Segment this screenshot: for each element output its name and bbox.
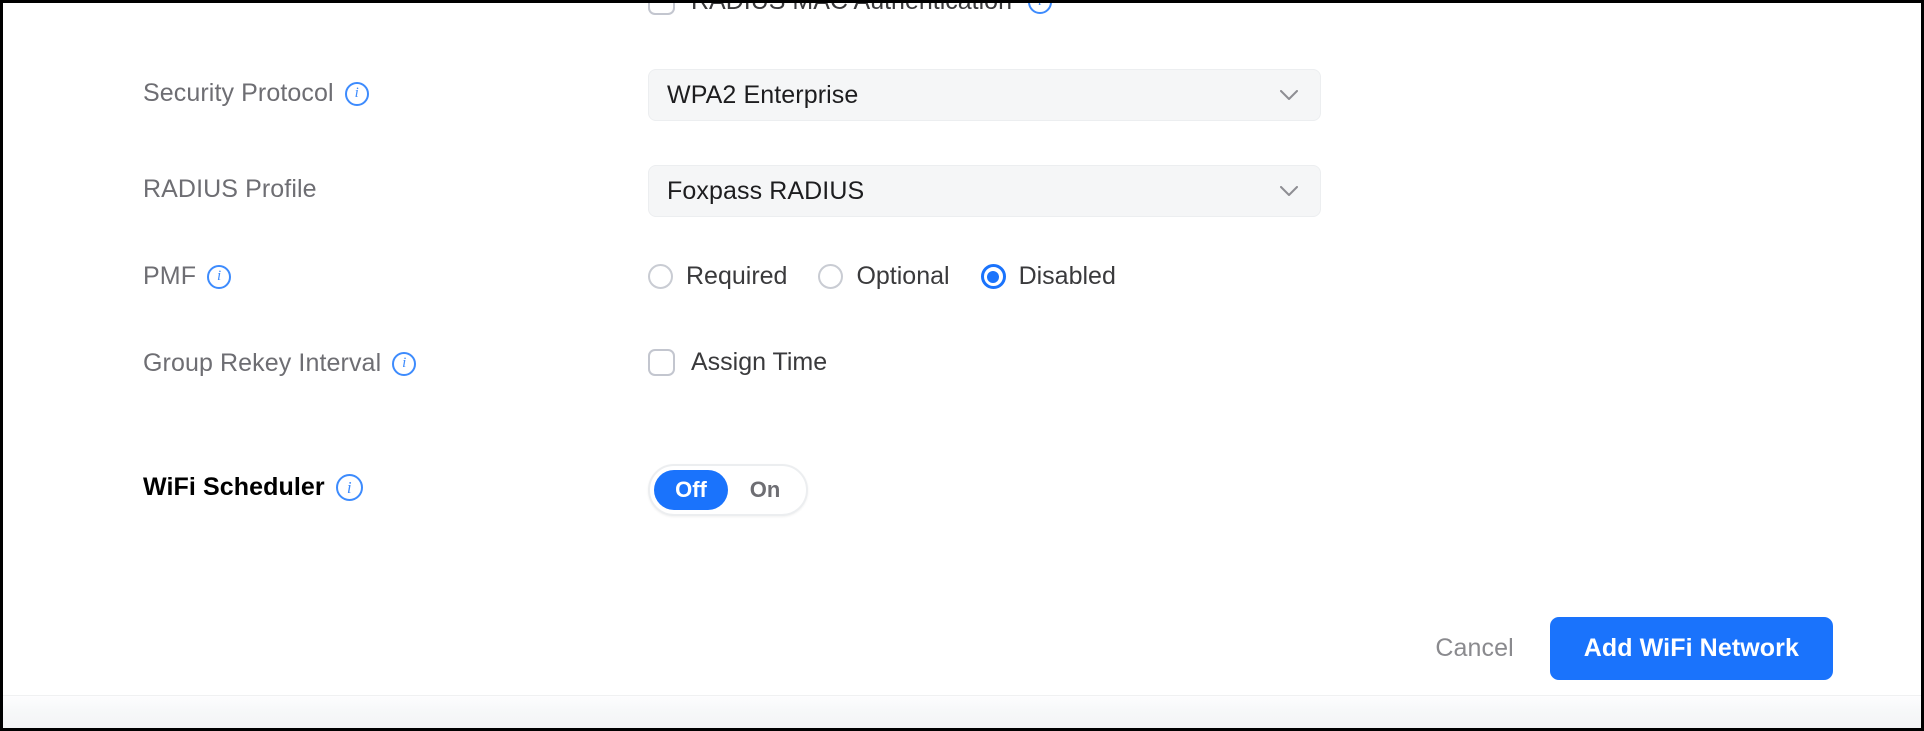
radius-profile-select[interactable]: Foxpass RADIUS	[648, 165, 1321, 217]
radius-profile-field: Foxpass RADIUS	[648, 165, 1321, 217]
pmf-option-optional[interactable]: Optional	[818, 262, 949, 291]
radius-mac-authentication-checkbox[interactable]	[648, 3, 675, 15]
pmf-option-required[interactable]: Required	[648, 262, 787, 291]
radius-profile-value: Foxpass RADIUS	[667, 177, 864, 206]
pmf-option-disabled[interactable]: Disabled	[981, 262, 1116, 291]
security-protocol-value: WPA2 Enterprise	[667, 81, 858, 110]
radius-profile-label-group: RADIUS Profile	[143, 175, 317, 204]
dialog-bottom-strip	[3, 695, 1921, 728]
pmf-field: Required Optional Disabled	[648, 262, 1116, 291]
add-wifi-network-button[interactable]: Add WiFi Network	[1550, 617, 1833, 680]
group-rekey-interval-field: Assign Time	[648, 348, 827, 377]
radio-icon[interactable]	[648, 264, 673, 289]
modal-dialog: RADIUS MAC Authentication i Security Pro…	[0, 0, 1924, 731]
pmf-label-group: PMF i	[143, 262, 231, 291]
info-icon[interactable]: i	[336, 474, 363, 501]
form-row-radius-mac-authentication: RADIUS MAC Authentication i	[648, 3, 1052, 16]
assign-time-label: Assign Time	[691, 348, 827, 377]
security-protocol-label-group: Security Protocol i	[143, 79, 369, 108]
assign-time-checkbox[interactable]	[648, 349, 675, 376]
cancel-button[interactable]: Cancel	[1435, 634, 1549, 663]
pmf-label: PMF	[143, 262, 196, 291]
wifi-scheduler-label-group: WiFi Scheduler i	[143, 473, 363, 502]
security-protocol-label: Security Protocol	[143, 79, 334, 108]
group-rekey-interval-label-group: Group Rekey Interval i	[143, 349, 416, 378]
radius-profile-label: RADIUS Profile	[143, 175, 317, 204]
info-icon[interactable]: i	[392, 352, 416, 376]
security-protocol-select[interactable]: WPA2 Enterprise	[648, 69, 1321, 121]
pmf-radio-group: Required Optional Disabled	[648, 262, 1116, 291]
security-protocol-field: WPA2 Enterprise	[648, 69, 1321, 121]
wifi-scheduler-toggle: Off On	[648, 464, 808, 516]
wifi-scheduler-toggle-on[interactable]: On	[728, 470, 802, 510]
wifi-network-form: RADIUS MAC Authentication i Security Pro…	[3, 3, 1921, 695]
info-icon[interactable]: i	[207, 265, 231, 289]
info-icon[interactable]: i	[1028, 3, 1052, 14]
assign-time-checkbox-row[interactable]: Assign Time	[648, 348, 827, 377]
radio-icon-selected[interactable]	[981, 264, 1006, 289]
wifi-scheduler-label: WiFi Scheduler	[143, 473, 325, 502]
pmf-option-required-label: Required	[686, 262, 787, 291]
group-rekey-interval-label: Group Rekey Interval	[143, 349, 381, 378]
radio-icon[interactable]	[818, 264, 843, 289]
pmf-option-optional-label: Optional	[856, 262, 949, 291]
wifi-scheduler-toggle-off[interactable]: Off	[654, 470, 728, 510]
info-icon[interactable]: i	[345, 82, 369, 106]
wifi-scheduler-field: Off On	[648, 464, 808, 516]
chevron-down-icon	[1280, 90, 1298, 101]
radius-mac-authentication-checkbox-row[interactable]: RADIUS MAC Authentication i	[648, 3, 1052, 16]
radius-mac-authentication-label: RADIUS MAC Authentication	[691, 3, 1012, 16]
pmf-option-disabled-label: Disabled	[1019, 262, 1116, 291]
dialog-actions: Cancel Add WiFi Network	[1435, 617, 1833, 680]
chevron-down-icon	[1280, 186, 1298, 197]
